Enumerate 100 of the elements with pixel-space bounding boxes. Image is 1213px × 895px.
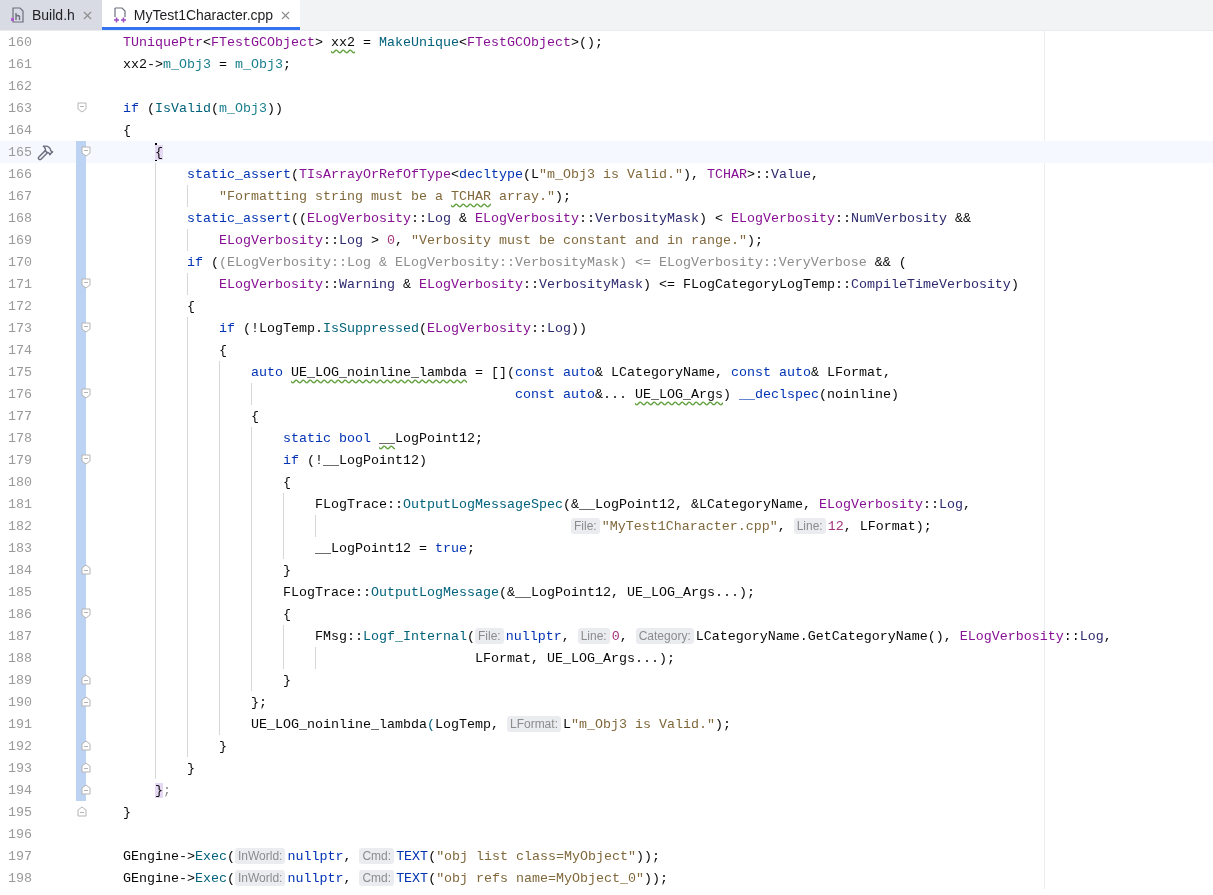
line-number: 194 <box>7 782 33 798</box>
line-number: 196 <box>7 826 33 842</box>
line-number: 173 <box>7 320 33 336</box>
line-number: 176 <box>7 386 33 402</box>
parameter-hint: Cmd: <box>359 870 395 886</box>
line-number: 197 <box>7 848 33 864</box>
line-number: 187 <box>7 628 33 644</box>
file-tab[interactable]: Build.h <box>0 0 102 30</box>
line-number: 174 <box>7 342 33 358</box>
header-file-icon <box>10 7 26 23</box>
fold-end-icon[interactable] <box>81 564 91 575</box>
line-number: 182 <box>7 518 33 534</box>
line-number: 165 <box>7 144 33 160</box>
line-number: 168 <box>7 210 33 226</box>
code-text: 0, <box>611 628 629 644</box>
code-text: } <box>219 738 227 754</box>
code-text: { <box>251 408 259 424</box>
code-text: static bool __LogPoint12; <box>283 430 483 446</box>
code-text: UE_LOG_noinline_lambda(LogTemp, <box>251 716 500 732</box>
hammer-icon[interactable] <box>37 143 54 161</box>
code-text: if (IsValid(m_Obj3)) <box>123 100 283 116</box>
line-number: 179 <box>7 452 33 468</box>
code-text: } <box>123 804 131 820</box>
parameter-hint: InWorld: <box>235 848 286 864</box>
line-number: 160 <box>7 34 33 50</box>
code-text: } <box>283 672 291 688</box>
code-text: nullptr, <box>505 628 571 644</box>
line-number: 192 <box>7 738 33 754</box>
fold-end-icon[interactable] <box>81 784 91 795</box>
parameter-hint: Line: <box>577 628 610 644</box>
file-tab[interactable]: MyTest1Character.cpp <box>101 0 301 30</box>
line-number: 198 <box>7 870 33 886</box>
parameter-hint: File: <box>571 518 600 534</box>
line-number: 172 <box>7 298 33 314</box>
fold-marker-icon[interactable] <box>81 322 91 333</box>
line-number: 188 <box>7 650 33 666</box>
line-number: 162 <box>7 78 33 94</box>
line-number: 195 <box>7 804 33 820</box>
code-text: LCategoryName.GetCategoryName(), ELogVerbosity::Log, <box>695 628 1112 644</box>
code-text: { <box>187 298 195 314</box>
line-number: 190 <box>7 694 33 710</box>
code-text: ELogVerbosity::Log > 0, "Verbosity must be constant and in range."); <box>219 232 763 248</box>
line-number: 161 <box>7 56 33 72</box>
line-number: 181 <box>7 496 33 512</box>
code-text: FLogTrace::OutputLogMessageSpec(&__LogPoint12, &LCategoryName, ELogVerbosity::Log, <box>315 496 971 512</box>
code-text: FLogTrace::OutputLogMessage(&__LogPoint12, UE_LOG_Args...); <box>283 584 755 600</box>
code-text: TUniquePtr<FTestGCObject> xx2 = MakeUnique<FTestGCObject>(); <box>123 34 603 50</box>
code-text: }; <box>155 782 171 798</box>
fold-marker-icon[interactable] <box>81 388 91 399</box>
code-text: "Formatting string must be a TCHAR array."); <box>219 188 571 204</box>
line-number: 189 <box>7 672 33 688</box>
code-text: L"m_Obj3 is Valid."); <box>562 716 731 732</box>
line-number: 193 <box>7 760 33 776</box>
code-text: { <box>283 606 291 622</box>
fold-marker-icon[interactable] <box>77 102 87 113</box>
code-text: TEXT("obj refs name=MyObject_0")); <box>396 870 669 886</box>
fold-end-icon[interactable] <box>81 674 91 685</box>
line-number: 186 <box>7 606 33 622</box>
line-number: 185 <box>7 584 33 600</box>
code-text: GEngine->Exec( <box>123 848 235 864</box>
code-text: if (!LogTemp.IsSuppressed(ELogVerbosity::Log)) <box>219 320 587 336</box>
code-text: { <box>283 474 291 490</box>
code-text: } <box>283 562 291 578</box>
code-text: }; <box>251 694 267 710</box>
fold-end-icon[interactable] <box>81 762 91 773</box>
parameter-hint: LFormat: <box>506 716 561 732</box>
code-text: LFormat, UE_LOG_Args...); <box>475 650 675 666</box>
code-text: 12, LFormat); <box>827 518 932 534</box>
parameter-hint: Cmd: <box>359 848 395 864</box>
code-text: __LogPoint12 = true; <box>315 540 475 556</box>
fold-marker-icon[interactable] <box>81 608 91 619</box>
line-number: 169 <box>7 232 33 248</box>
code-text: "MyTest1Character.cpp", <box>601 518 787 534</box>
line-number: 171 <box>7 276 33 292</box>
line-number: 184 <box>7 562 33 578</box>
cpp-file-icon <box>111 7 128 23</box>
parameter-hint: Line: <box>793 518 826 534</box>
fold-marker-icon[interactable] <box>81 278 91 289</box>
line-number: 175 <box>7 364 33 380</box>
line-number: 170 <box>7 254 33 270</box>
line-number: 183 <box>7 540 33 556</box>
code-text: if (!__LogPoint12) <box>283 452 427 468</box>
line-number: 163 <box>7 100 33 116</box>
parameter-hint: Category: <box>635 628 694 644</box>
fold-marker-icon[interactable] <box>81 146 91 157</box>
fold-end-icon[interactable] <box>77 806 87 817</box>
fold-end-icon[interactable] <box>81 696 91 707</box>
code-text: static_assert((ELogVerbosity::Log & ELogVerbosity::VerbosityMask) < ELogVerbosity::NumVerbosity && <box>187 210 971 226</box>
fold-end-icon[interactable] <box>81 740 91 751</box>
parameter-hint: InWorld: <box>235 870 286 886</box>
code-text: if ((ELogVerbosity::Log & ELogVerbosity::VerbosityMask) <= ELogVerbosity::VeryVerbose && ( <box>187 254 907 270</box>
fold-marker-icon[interactable] <box>81 454 91 465</box>
code-text: } <box>187 760 195 776</box>
line-number: 180 <box>7 474 33 490</box>
code-text: nullptr, <box>287 870 353 886</box>
line-number: 167 <box>7 188 33 204</box>
line-number: 191 <box>7 716 33 732</box>
code-text: xx2->m_Obj3 = m_Obj3; <box>123 56 291 72</box>
line-number: 177 <box>7 408 33 424</box>
parameter-hint: File: <box>475 628 504 644</box>
